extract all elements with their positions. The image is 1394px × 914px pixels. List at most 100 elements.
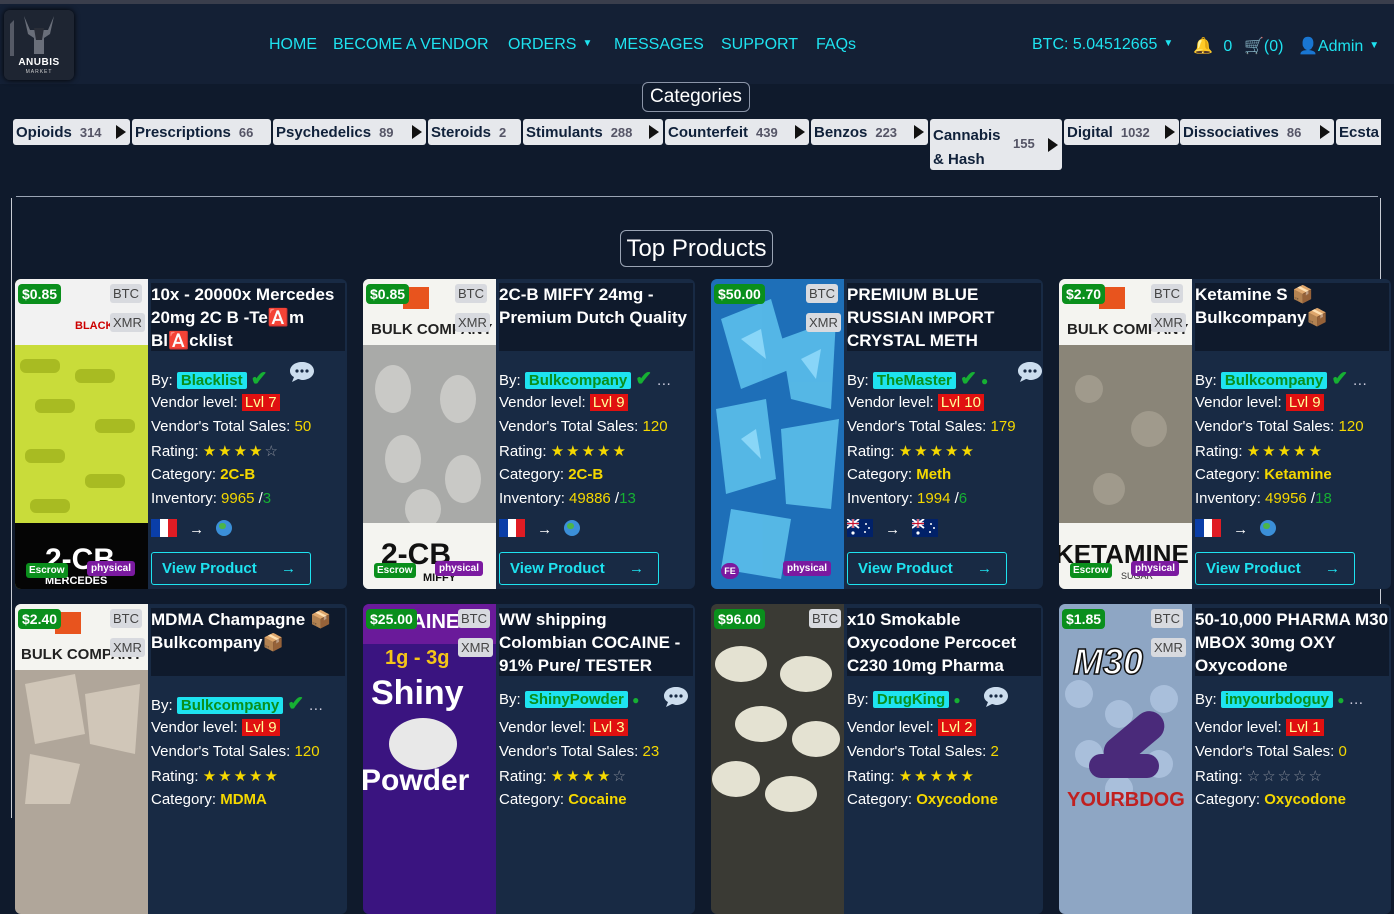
category-steroids[interactable]: Steroids 2 (428, 119, 521, 145)
nav-messages[interactable]: MESSAGES (614, 36, 704, 54)
product-title[interactable]: Ketamine S 📦 Bulkcompany📦 (1195, 283, 1389, 351)
chat-bubble-icon[interactable] (289, 361, 315, 383)
view-product-button[interactable]: View Product → (151, 552, 311, 585)
vendor-name[interactable]: TheMaster (872, 372, 956, 389)
vendor-name[interactable]: ShinyPowder (524, 691, 628, 708)
category-prescriptions[interactable]: Prescriptions 66 (132, 119, 271, 145)
product-title-text: 10x - 20000x Mercedes 20mg 2C B -Te🅰️m B… (151, 285, 335, 350)
product-image[interactable]: $50.00 BTC XMR FE physical (711, 279, 844, 589)
category-psychedelics[interactable]: Psychedelics 89 (273, 119, 426, 145)
view-product-button[interactable]: View Product → (847, 552, 1007, 585)
category-name: Stimulants (526, 124, 603, 141)
nav-become-vendor[interactable]: BECOME A VENDOR (333, 36, 489, 54)
product-card[interactable]: $96.00 BTC x10 Smokable Oxycodone Percoc… (711, 604, 1043, 914)
inventory-label: Inventory: (1195, 490, 1261, 507)
category-name: Psychedelics (276, 124, 372, 141)
total-sales-label: Vendor's Total Sales: (499, 418, 639, 435)
verified-check-icon: ✔ (287, 693, 305, 715)
product-card[interactable]: $50.00 BTC XMR FE physical PREMIUM BLUE … (711, 279, 1043, 589)
product-card[interactable]: BLACKLIST 2-CB MERCEDES $0.85 BTC XMR Es… (15, 279, 347, 589)
view-product-button[interactable]: View Product → (499, 552, 659, 585)
vendor-name[interactable]: Bulkcompany (1220, 372, 1328, 389)
product-image[interactable]: $96.00 BTC (711, 604, 844, 914)
category-benzos[interactable]: Benzos 223 (811, 119, 928, 145)
product-title[interactable]: PREMIUM BLUE RUSSIAN IMPORT CRYSTAL METH (847, 283, 1041, 351)
vendor-name[interactable]: DrugKing (872, 691, 950, 708)
category-ecstasy[interactable]: Ecsta (1336, 119, 1381, 145)
caret-right-icon (1165, 125, 1175, 139)
product-title[interactable]: WW shipping Colombian COCAINE - 91% Pure… (499, 608, 693, 676)
cart[interactable]: 🛒(0) (1244, 36, 1283, 56)
star-empty-icon: ☆ (612, 768, 628, 785)
product-card[interactable]: COCAINE 1g - 3g Shiny Powder $25.00 BTC … (363, 604, 695, 914)
australia-flag-icon (912, 519, 939, 537)
category-counterfeit[interactable]: Counterfeit 439 (665, 119, 809, 145)
notifications[interactable]: 🔔 0 (1193, 36, 1232, 56)
vendor-line: By: ShinyPowder ● (499, 691, 639, 708)
product-card[interactable]: BULK COMPANY 2-CB MIFFY $0.85 BTC XMR Es… (363, 279, 695, 589)
product-image[interactable]: BULK COMPANY $2.40 BTC XMR (15, 604, 148, 914)
total-sales-value: 23 (642, 743, 660, 760)
product-title[interactable]: MDMA Champagne 📦Bulkcompany📦 (151, 608, 345, 676)
category-cannabis-hash[interactable]: Cannabis & Hash 155 (930, 119, 1062, 170)
site-logo[interactable]: ANUBIS MARKET (4, 10, 74, 80)
vendor-level-line: Vendor level: Lvl 10 (847, 394, 984, 411)
product-image[interactable]: BLACKLIST 2-CB MERCEDES $0.85 BTC XMR Es… (15, 279, 148, 589)
vendor-name[interactable]: Bulkcompany (524, 372, 632, 389)
product-title[interactable]: 50-10,000 PHARMA M30 MBOX 30mg OXY Oxyco… (1195, 608, 1389, 676)
globe-icon (564, 520, 581, 536)
product-card[interactable]: M30 YOURBDOG $1.85 BTC XMR 50-10,000 PHA… (1059, 604, 1391, 914)
vendor-name[interactable]: Bulkcompany (176, 697, 284, 714)
category-value[interactable]: 2C-B (220, 466, 255, 483)
user-menu[interactable]: 👤Admin ▼ (1298, 36, 1379, 56)
inventory-line: Inventory: 49956 /18 (1195, 490, 1332, 507)
cart-icon: 🛒 (1244, 38, 1264, 55)
category-value[interactable]: Meth (916, 466, 951, 483)
product-image[interactable]: M30 YOURBDOG $1.85 BTC XMR (1059, 604, 1192, 914)
globe-icon (216, 520, 233, 536)
vendor-name[interactable]: imyourbdoguy (1220, 691, 1334, 708)
category-digital[interactable]: Digital 1032 (1064, 119, 1179, 145)
category-opioids[interactable]: Opioids 314 (13, 119, 130, 145)
by-label: By: (499, 691, 521, 708)
category-count: 439 (756, 125, 778, 140)
category-stimulants[interactable]: Stimulants 288 (523, 119, 663, 145)
vendor-line: By: Bulkcompany ✔ … (499, 366, 671, 391)
product-card[interactable]: BULK COMPANY $2.40 BTC XMR MDMA Champagn… (15, 604, 347, 914)
nav-home[interactable]: HOME (269, 36, 317, 54)
total-sales-value: 120 (642, 418, 668, 435)
category-line: Category: Ketamine (1195, 466, 1332, 483)
product-image[interactable]: BULK COMPANY KETAMINE SUGAR $2.70 BTC XM… (1059, 279, 1192, 589)
category-dissociatives[interactable]: Dissociatives 86 (1180, 119, 1334, 145)
category-value[interactable]: 2C-B (568, 466, 603, 483)
online-dot-icon: ● (981, 374, 989, 388)
product-image[interactable]: COCAINE 1g - 3g Shiny Powder $25.00 BTC … (363, 604, 496, 914)
chat-bubble-icon[interactable] (1017, 361, 1043, 383)
chat-bubble-icon[interactable] (983, 686, 1009, 708)
nav-faqs[interactable]: FAQs (816, 36, 856, 54)
category-value[interactable]: Ketamine (1264, 466, 1332, 483)
product-title[interactable]: 2C-B MIFFY 24mg - Premium Dutch Quality (499, 283, 693, 351)
product-image[interactable]: BULK COMPANY 2-CB MIFFY $0.85 BTC XMR Es… (363, 279, 496, 589)
product-title[interactable]: 10x - 20000x Mercedes 20mg 2C B -Te🅰️m B… (151, 283, 345, 351)
category-value[interactable]: Cocaine (568, 791, 626, 808)
star-rating-icon: ★★★★★ (550, 443, 628, 460)
category-value[interactable]: Oxycodone (916, 791, 998, 808)
view-product-button[interactable]: View Product → (1195, 552, 1355, 585)
product-card[interactable]: BULK COMPANY KETAMINE SUGAR $2.70 BTC XM… (1059, 279, 1391, 589)
category-value[interactable]: MDMA (220, 791, 267, 808)
product-info: WW shipping Colombian COCAINE - 91% Pure… (499, 604, 693, 914)
caret-right-icon (1048, 138, 1058, 152)
vendor-name[interactable]: Blacklist (176, 372, 247, 389)
vendor-level-label: Vendor level: (151, 394, 238, 411)
nav-support[interactable]: SUPPORT (721, 36, 798, 54)
product-title[interactable]: x10 Smokable Oxycodone Percocet C230 10m… (847, 608, 1041, 676)
btc-balance[interactable]: BTC: 5.04512665 ▼ (1032, 36, 1173, 54)
category-value[interactable]: Oxycodone (1264, 791, 1346, 808)
category-label: Category: (151, 791, 217, 808)
total-sales-label: Vendor's Total Sales: (499, 743, 639, 760)
vendor-level-line: Vendor level: Lvl 3 (499, 719, 628, 736)
nav-orders[interactable]: ORDERS ▼ (508, 36, 592, 54)
chat-bubble-icon[interactable] (663, 686, 689, 708)
vendor-level-label: Vendor level: (499, 719, 586, 736)
